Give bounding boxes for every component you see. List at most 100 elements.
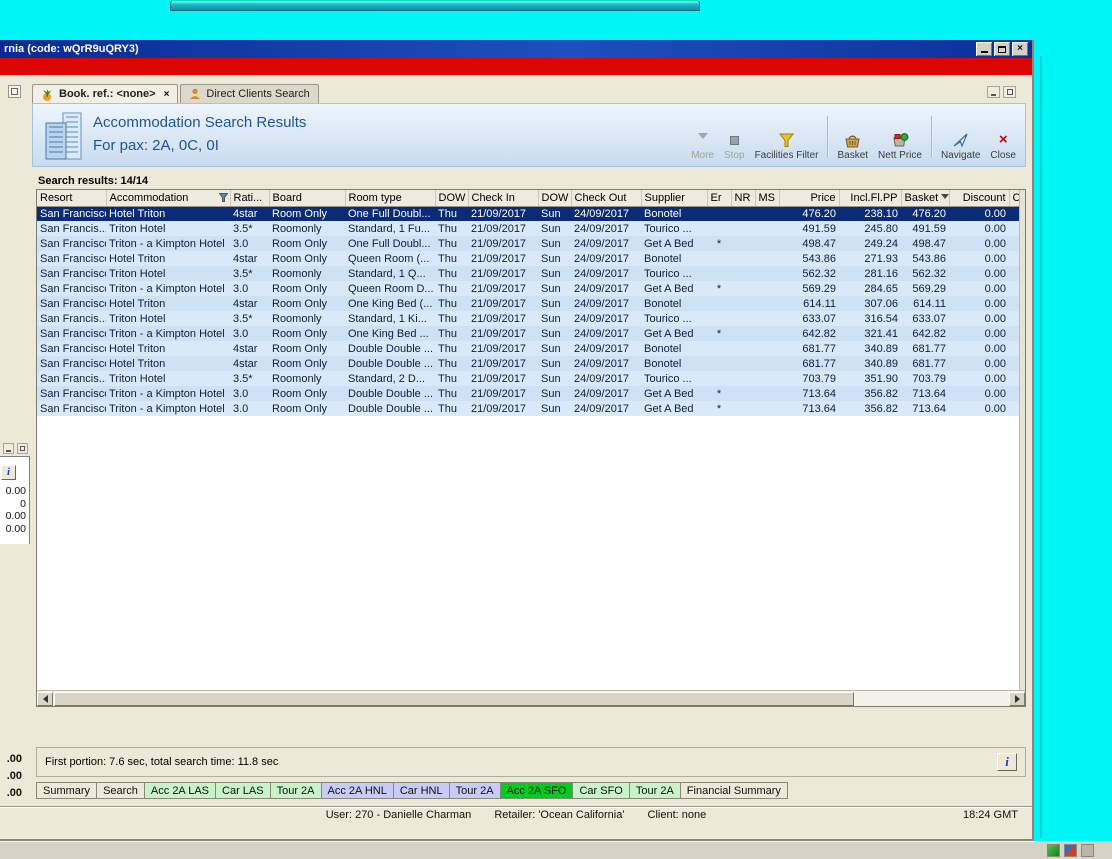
bottom-tab-car-hnl[interactable]: Car HNL — [394, 782, 450, 799]
col-header-resort[interactable]: Resort — [37, 190, 106, 206]
result-row[interactable]: San FranciscoTriton - a Kimpton Hotel3.0… — [37, 386, 1019, 401]
result-cell: Thu — [435, 221, 468, 236]
status-retailer: Retailer: 'Ocean California' — [494, 809, 624, 821]
result-cell: 21/09/2017 — [468, 266, 538, 281]
result-cell: 4star — [230, 206, 269, 221]
col-header-supplier[interactable]: Supplier — [641, 190, 707, 206]
minimize-button[interactable] — [976, 42, 992, 56]
nett-price-button[interactable]: Nett Price — [873, 104, 927, 166]
filter-funnel-icon[interactable] — [219, 193, 228, 202]
result-cell — [755, 206, 779, 221]
tab-close-icon[interactable]: × — [164, 89, 170, 100]
result-cell: Triton - a Kimpton Hotel — [106, 281, 230, 296]
col-header-check-in[interactable]: Check In — [468, 190, 538, 206]
more-button[interactable]: More — [686, 104, 719, 166]
col-header-room-type[interactable]: Room type — [345, 190, 435, 206]
tab-booking-ref[interactable]: Book. ref.: <none> × — [32, 84, 178, 103]
basket-button[interactable]: Basket — [832, 104, 873, 166]
result-cell: Room Only — [269, 401, 345, 416]
col-header-dow-out[interactable]: DOW — [538, 190, 571, 206]
result-row[interactable]: San FranciscoTriton - a Kimpton Hotel3.0… — [37, 326, 1019, 341]
bottom-tab-acc-2a-hnl[interactable]: Acc 2A HNL — [322, 782, 394, 799]
result-cell: 24/09/2017 — [571, 236, 641, 251]
result-cell: 24/09/2017 — [571, 401, 641, 416]
col-header-basket[interactable]: Basket — [901, 190, 949, 206]
result-row[interactable]: San FranciscoHotel Triton4starRoom OnlyO… — [37, 206, 1019, 221]
bottom-tab-acc-2a-las[interactable]: Acc 2A LAS — [145, 782, 216, 799]
bottom-tab-summary[interactable]: Summary — [36, 782, 97, 799]
col-header-dow-in[interactable]: DOW — [435, 190, 468, 206]
result-cell: 0.00 — [949, 386, 1009, 401]
result-row[interactable]: San FranciscoHotel Triton4starRoom OnlyD… — [37, 341, 1019, 356]
tab-direct-clients-search[interactable]: Direct Clients Search — [180, 84, 318, 103]
close-window-button[interactable]: × — [1012, 42, 1028, 56]
result-cell: 614.11 — [779, 296, 839, 311]
facilities-filter-button[interactable]: Facilities Filter — [750, 104, 824, 166]
window-titlebar[interactable]: rnia (code: wQrR9uQRY3) × — [0, 40, 1032, 58]
result-row[interactable]: San Francis...Triton Hotel3.5*RoomonlySt… — [37, 371, 1019, 386]
col-header-incl-fl-pp[interactable]: Incl.Fl.PP — [839, 190, 901, 206]
restore-pane-button[interactable] — [1003, 86, 1016, 98]
col-header-price[interactable]: Price — [779, 190, 839, 206]
results-header-panel: Accommodation Search Results For pax: 2A… — [32, 103, 1026, 167]
result-row[interactable]: San FranciscoTriton Hotel3.5*RoomonlySta… — [37, 266, 1019, 281]
col-header-c[interactable]: C — [1009, 190, 1019, 206]
scroll-left-button[interactable] — [37, 692, 53, 706]
result-row[interactable]: San Francis...Triton Hotel3.5*RoomonlySt… — [37, 221, 1019, 236]
navigate-button[interactable]: Navigate — [936, 104, 985, 166]
col-header-accommodation[interactable]: Accommodation — [106, 190, 230, 206]
stop-button[interactable]: Stop — [719, 104, 750, 166]
result-cell: 0.00 — [949, 251, 1009, 266]
result-cell: 238.10 — [839, 206, 901, 221]
col-header-rating[interactable]: Rati... — [230, 190, 269, 206]
result-row[interactable]: San FranciscoHotel Triton4starRoom OnlyO… — [37, 296, 1019, 311]
result-cell — [731, 296, 755, 311]
left-info-button[interactable]: i — [1, 465, 16, 480]
result-row[interactable]: San Francis...Triton Hotel3.5*RoomonlySt… — [37, 311, 1019, 326]
results-grid: Resort Accommodation Rati... Board Room … — [36, 189, 1026, 707]
col-header-ms[interactable]: MS — [755, 190, 779, 206]
result-row[interactable]: San FranciscoHotel Triton4starRoom OnlyD… — [37, 356, 1019, 371]
bottom-tab-acc-2a-sfo[interactable]: Acc 2A SFO — [501, 782, 574, 799]
taskbar[interactable] — [0, 841, 1112, 859]
scroll-right-button[interactable] — [1009, 692, 1025, 706]
result-row[interactable]: San FranciscoTriton - a Kimpton Hotel3.0… — [37, 401, 1019, 416]
scrollbar-thumb[interactable] — [54, 692, 854, 706]
restore-button[interactable] — [994, 42, 1010, 56]
bottom-tab-tour-2a[interactable]: Tour 2A — [450, 782, 501, 799]
result-cell: 356.82 — [839, 401, 901, 416]
result-row[interactable]: San FranciscoTriton - a Kimpton Hotel3.0… — [37, 281, 1019, 296]
horizontal-scrollbar[interactable] — [37, 690, 1025, 706]
result-cell — [731, 326, 755, 341]
bottom-tab-financial-summary[interactable]: Financial Summary — [681, 782, 788, 799]
bottom-tab-tour-2a[interactable]: Tour 2A — [630, 782, 681, 799]
collapse-pane-button[interactable] — [987, 86, 1000, 98]
result-cell: 24/09/2017 — [571, 356, 641, 371]
tray-icon-2[interactable] — [1064, 844, 1077, 857]
bottom-tab-search[interactable]: Search — [97, 782, 145, 799]
col-header-board[interactable]: Board — [269, 190, 345, 206]
result-row[interactable]: San FranciscoTriton - a Kimpton Hotel3.0… — [37, 236, 1019, 251]
result-cell: 24/09/2017 — [571, 206, 641, 221]
col-header-discount[interactable]: Discount — [949, 190, 1009, 206]
result-cell: 4star — [230, 296, 269, 311]
result-cell — [755, 341, 779, 356]
tray-icon-3[interactable] — [1081, 844, 1094, 857]
result-cell: 3.0 — [230, 401, 269, 416]
close-results-button[interactable]: × Close — [985, 104, 1021, 166]
left-pane-restore-button[interactable] — [17, 443, 28, 454]
info-button[interactable]: i — [997, 753, 1017, 771]
result-cell: 21/09/2017 — [468, 401, 538, 416]
tray-icon-1[interactable] — [1047, 844, 1060, 857]
result-row[interactable]: San FranciscoHotel Triton4starRoom OnlyQ… — [37, 251, 1019, 266]
left-pane-collapse-button[interactable] — [3, 443, 14, 454]
col-header-er[interactable]: Er — [707, 190, 731, 206]
bottom-tab-tour-2a[interactable]: Tour 2A — [271, 782, 322, 799]
col-header-nr[interactable]: NR — [731, 190, 755, 206]
result-cell: 569.29 — [901, 281, 949, 296]
bottom-tab-car-las[interactable]: Car LAS — [216, 782, 271, 799]
panel-toggle-button[interactable] — [8, 85, 21, 98]
col-header-check-out[interactable]: Check Out — [571, 190, 641, 206]
bottom-tab-car-sfo[interactable]: Car SFO — [573, 782, 629, 799]
vertical-scrollbar-area[interactable] — [1019, 190, 1025, 690]
